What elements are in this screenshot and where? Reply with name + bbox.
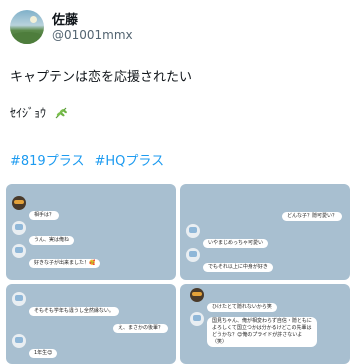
- avatar-sun: [30, 16, 37, 23]
- chat-bubble: 国見ちゃん、俺が相変わらず自信・隠ともによろしくて国立つかは分かるけどこの先輩は…: [207, 317, 317, 347]
- chat-avatar: [12, 334, 26, 348]
- chat-message: そもそも学年も違うし全然縁ない。: [12, 292, 119, 316]
- chat-bubble: そもそも学年も違うし全然縁ない。: [29, 307, 119, 316]
- chat-avatar: [12, 196, 26, 210]
- chat-avatar: [12, 221, 26, 235]
- chat-avatar: [12, 292, 26, 306]
- signature-text: ｾｲｼﾞｮｳ: [10, 106, 47, 120]
- chat-message: うん、実は俺ね: [12, 221, 75, 245]
- display-name[interactable]: 佐藤: [52, 9, 78, 28]
- tweet-signature: ｾｲｼﾞｮｳ: [10, 104, 68, 121]
- chat-message-own: え、まさかの後輩？: [112, 314, 168, 333]
- chat-message: 国見ちゃん、俺が相変わらず自信・隠ともによろしくて国立つかは分かるけどこの先輩は…: [190, 312, 317, 347]
- chat-bubble: 1年生😊: [29, 349, 58, 358]
- tweet-header: 佐藤 @01001mmx: [10, 8, 350, 48]
- chat-bubble: ひけたとて隠れないから笑: [207, 303, 277, 312]
- user-handle[interactable]: @01001mmx: [52, 28, 133, 42]
- chat-message: 1年生😊: [12, 334, 58, 358]
- chat-avatar: [12, 244, 26, 258]
- chat-message: 好きな子が出来ました！🥰: [12, 244, 101, 268]
- chat-avatar: [186, 248, 200, 262]
- avatar-hill: [10, 32, 44, 44]
- chat-bubble: 相手は？: [29, 211, 60, 220]
- chat-bubble: 好きな子が出来ました！🥰: [29, 259, 101, 268]
- chat-avatar: [190, 312, 204, 326]
- chat-screenshot-3[interactable]: そもそも学年も違うし全然縁ない。 え、まさかの後輩？ 1年生😊: [6, 284, 176, 364]
- chat-bubble: どんな子？隠可愛い？: [281, 212, 342, 221]
- tweet-text: キャプテンは恋を応援されたい: [10, 70, 193, 85]
- chat-bubble: え、まさかの後輩？: [112, 324, 168, 333]
- chat-bubble: でもそれ以上に中身が好き: [203, 263, 273, 272]
- avatar[interactable]: [10, 10, 44, 44]
- chat-avatar: [186, 224, 200, 238]
- chat-message: 相手は？: [12, 196, 60, 220]
- hashtag-hqplus[interactable]: #HQプラス: [94, 150, 164, 169]
- media-grid[interactable]: 相手は？ うん、実は俺ね 好きな子が出来ました！🥰 どんな子？隠可愛い？ いやま…: [6, 184, 350, 364]
- chat-message: でもそれ以上に中身が好き: [186, 248, 273, 272]
- chat-message: いやまじめっちゃ可愛い: [186, 224, 269, 248]
- hashtag-819plus[interactable]: #819プラス: [10, 150, 84, 169]
- hashtags: #819プラス #HQプラス: [10, 150, 164, 169]
- chat-bubble: いやまじめっちゃ可愛い: [203, 239, 269, 248]
- chat-message: ひけたとて隠れないから笑: [190, 288, 277, 312]
- chat-message-own: どんな子？隠可愛い？: [281, 202, 342, 221]
- chat-screenshot-4[interactable]: ひけたとて隠れないから笑 国見ちゃん、俺が相変わらず自信・隠ともによろしくて国立…: [180, 284, 350, 364]
- herb-icon: [55, 107, 67, 118]
- chat-screenshot-1[interactable]: 相手は？ うん、実は俺ね 好きな子が出来ました！🥰: [6, 184, 176, 280]
- chat-screenshot-2[interactable]: どんな子？隠可愛い？ いやまじめっちゃ可愛い でもそれ以上に中身が好き: [180, 184, 350, 280]
- chat-avatar: [190, 288, 204, 302]
